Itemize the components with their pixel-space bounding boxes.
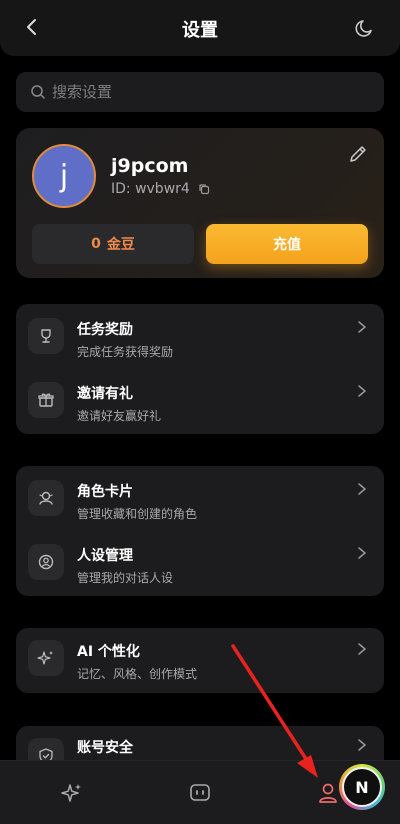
- shield-icon: [28, 738, 64, 760]
- menu-item-subtitle: 管理我的对话人设: [77, 571, 174, 585]
- security-group: 账号安全: [16, 726, 384, 760]
- search-bar[interactable]: [16, 72, 384, 112]
- chevron-right-icon: [358, 483, 367, 495]
- menu-item-invite[interactable]: 邀请有礼 邀请好友赢好礼: [16, 370, 384, 434]
- menu-item-subtitle: 记忆、风格、创作模式: [77, 667, 198, 681]
- floating-avatar-letter: N: [342, 767, 382, 807]
- profile-card: j j9pcom ID: wvbwr4 0 金豆 充值: [16, 128, 384, 278]
- menu-item-subtitle: 邀请好友赢好礼: [77, 409, 162, 423]
- avatar[interactable]: j: [32, 144, 96, 208]
- menu-item-persona-management[interactable]: 人设管理 管理我的对话人设: [16, 532, 384, 596]
- user-id-text: ID: wvbwr4: [111, 181, 190, 197]
- moon-icon[interactable]: [354, 17, 376, 39]
- menu-item-subtitle: 管理收藏和创建的角色: [77, 507, 198, 521]
- menu-item-account-security[interactable]: 账号安全: [16, 726, 384, 760]
- chat-tab-icon[interactable]: [188, 781, 212, 805]
- user-id: ID: wvbwr4: [111, 181, 210, 197]
- copy-icon[interactable]: [198, 183, 210, 195]
- menu-item-character-cards[interactable]: 角色卡片 管理收藏和创建的角色: [16, 468, 384, 532]
- persona-icon: [28, 544, 64, 580]
- sparkle-tab-icon[interactable]: [60, 781, 84, 805]
- coins-unit: 金豆: [106, 237, 135, 253]
- menu-item-title: 任务奖励: [77, 322, 133, 338]
- sparkle-icon: [28, 640, 64, 676]
- trophy-icon: [28, 318, 64, 354]
- page-title: 设置: [182, 20, 218, 41]
- chevron-right-icon: [358, 547, 367, 559]
- chevron-right-icon: [358, 739, 367, 751]
- chevron-right-icon: [358, 385, 367, 397]
- ai-group: AI 个性化 记忆、风格、创作模式: [16, 628, 384, 693]
- username: j9pcom: [111, 155, 189, 177]
- search-icon: [31, 85, 45, 99]
- menu-item-title: AI 个性化: [77, 644, 140, 660]
- menu-item-title: 邀请有礼: [77, 386, 133, 402]
- character-group: 角色卡片 管理收藏和创建的角色 人设管理 管理我的对话人设: [16, 466, 384, 596]
- floating-avatar-button[interactable]: N: [339, 764, 385, 810]
- character-icon: [28, 480, 64, 516]
- chevron-right-icon: [358, 321, 367, 333]
- chevron-right-icon: [358, 643, 367, 655]
- coins-value: 0: [91, 236, 101, 252]
- menu-item-ai-personalization[interactable]: AI 个性化 记忆、风格、创作模式: [16, 628, 384, 692]
- gift-icon: [28, 382, 64, 418]
- edit-icon[interactable]: [348, 144, 368, 164]
- rewards-group: 任务奖励 完成任务获得奖励 邀请有礼 邀请好友赢好礼: [16, 304, 384, 434]
- recharge-button[interactable]: 充值: [206, 224, 368, 264]
- menu-item-title: 角色卡片: [77, 484, 133, 500]
- top-bar: 设置: [0, 0, 400, 56]
- menu-item-title: 人设管理: [77, 548, 133, 564]
- coins-balance[interactable]: 0 金豆: [32, 224, 194, 264]
- menu-item-title: 账号安全: [77, 740, 133, 756]
- search-input[interactable]: [52, 83, 352, 101]
- profile-tab-icon[interactable]: [316, 781, 340, 805]
- menu-item-subtitle: 完成任务获得奖励: [77, 345, 174, 359]
- menu-item-task-rewards[interactable]: 任务奖励 完成任务获得奖励: [16, 306, 384, 370]
